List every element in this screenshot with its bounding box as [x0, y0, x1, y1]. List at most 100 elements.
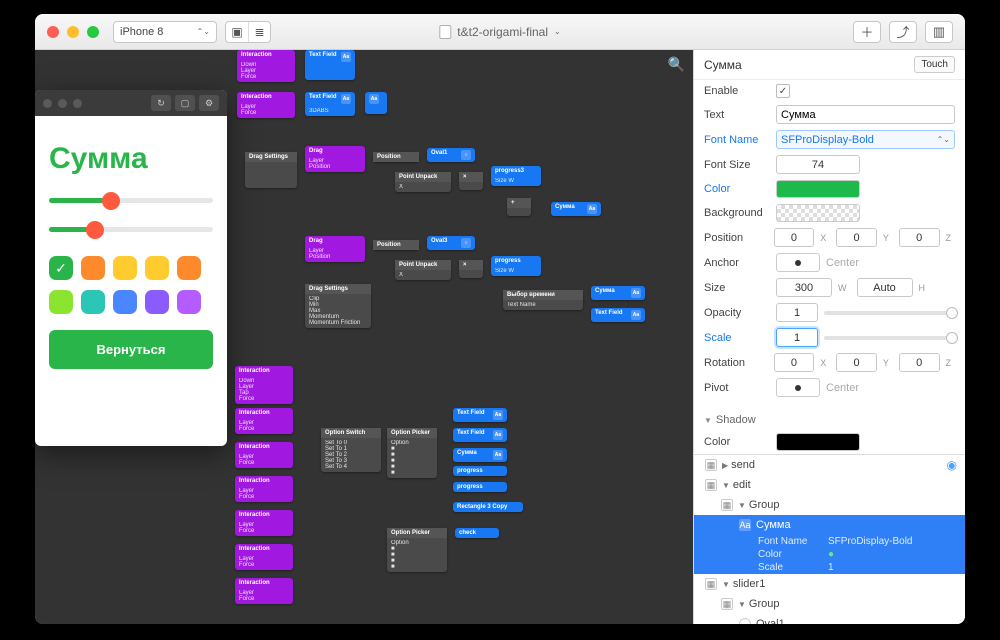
swatch[interactable]: ✓: [49, 256, 73, 280]
opacity-input[interactable]: 1: [776, 303, 818, 322]
patch-drag[interactable]: Drag LayerPosition: [305, 146, 365, 172]
patch-math[interactable]: ×: [459, 260, 483, 278]
patch-text-field[interactable]: Text FieldAa: [453, 408, 507, 422]
share-button[interactable]: ⤴: [889, 21, 917, 43]
color-well[interactable]: [776, 180, 860, 198]
patch-canvas-label[interactable]: СуммаAa: [453, 448, 507, 462]
chevron-down-icon[interactable]: ⌄: [554, 27, 561, 36]
patch-math[interactable]: ×: [459, 172, 483, 190]
swatch[interactable]: [145, 256, 169, 280]
patch-position[interactable]: Position: [373, 152, 419, 162]
enable-checkbox[interactable]: ✓: [776, 84, 790, 98]
search-icon[interactable]: 🔍: [668, 56, 685, 73]
patch-interaction[interactable]: InteractionLayerForce: [235, 544, 293, 570]
grid-icon[interactable]: ▣: [226, 22, 248, 42]
patch-drag-settings2[interactable]: Drag Settings ClipMinMaxMomentumMomentum…: [305, 284, 371, 328]
swatch[interactable]: [145, 290, 169, 314]
swatch[interactable]: [49, 290, 73, 314]
opacity-slider[interactable]: [824, 311, 955, 315]
swatch[interactable]: [113, 256, 137, 280]
patch-drag-settings[interactable]: Drag Settings: [245, 152, 297, 188]
outline-row-oval1[interactable]: Oval1: [694, 614, 965, 624]
fontsize-input[interactable]: 74: [776, 155, 860, 174]
patch-option-picker[interactable]: Option Picker Option■■■■■: [387, 428, 437, 478]
patch-oval1[interactable]: Oval1○: [427, 148, 475, 162]
device-select[interactable]: iPhone 8 ⌃⌄: [113, 21, 217, 43]
rotation-z-input[interactable]: 0: [899, 353, 940, 372]
swatch[interactable]: [113, 290, 137, 314]
patch-progress[interactable]: progressSize W: [491, 256, 541, 276]
patch-rectangle[interactable]: Rectangle 3 Copy: [453, 502, 523, 512]
preview-restart-button[interactable]: ↻: [151, 95, 171, 111]
pivot-picker[interactable]: [776, 378, 820, 397]
patch-interaction[interactable]: InteractionLayerForce: [235, 578, 293, 604]
patch-interaction[interactable]: InteractionDownLayerTapForce: [235, 366, 293, 404]
preview-slider-1[interactable]: [49, 198, 213, 203]
preview-record-button[interactable]: ▢: [175, 95, 195, 111]
patch-option-switch[interactable]: Option Switch Set To 0Set To 1Set To 2Se…: [321, 428, 381, 472]
preview-settings-button[interactable]: ⚙: [199, 95, 219, 111]
patch-option-picker[interactable]: Option Picker Option■■■■: [387, 528, 447, 572]
shadow-color-well[interactable]: [776, 433, 860, 451]
fontname-select[interactable]: SFProDisplay-Bold ⌃⌄: [776, 130, 955, 149]
visibility-icon[interactable]: ◉: [947, 458, 957, 472]
size-w-input[interactable]: 300: [776, 278, 832, 297]
patch-drag[interactable]: Drag LayerPosition: [305, 236, 365, 262]
shadow-section[interactable]: ▼Shadow: [694, 410, 965, 430]
patch-check[interactable]: check: [455, 528, 499, 538]
patch-oval3[interactable]: Oval3○: [427, 236, 475, 250]
patch-text-preview[interactable]: Aa: [365, 92, 387, 114]
patch-canvas[interactable]: 🔍 ↻ ▢ ⚙ Сумма: [35, 50, 693, 624]
patch-point-unpack[interactable]: Point UnpackX: [395, 172, 451, 192]
zoom-icon[interactable]: [87, 26, 99, 38]
rotation-y-input[interactable]: 0: [836, 353, 877, 372]
outline-row-selected[interactable]: Aa Сумма: [694, 515, 965, 535]
minimize-icon[interactable]: [67, 26, 79, 38]
patch-interaction[interactable]: InteractionLayerForce: [235, 408, 293, 434]
scale-input[interactable]: 1: [776, 328, 818, 347]
patch-group[interactable]: Выбор времениText Name: [503, 290, 583, 310]
patch-text-field[interactable]: Text FieldAa: [453, 428, 507, 442]
swatch[interactable]: [81, 256, 105, 280]
position-y-input[interactable]: 0: [836, 228, 877, 247]
background-well[interactable]: [776, 204, 860, 222]
touch-button[interactable]: Touch: [914, 56, 955, 73]
patch-point-unpack[interactable]: Point UnpackX: [395, 260, 451, 280]
outline-row-group[interactable]: ▦ ▼ Group: [694, 495, 965, 515]
patch-text-field[interactable]: Text FieldAa: [305, 50, 355, 80]
swatch[interactable]: [81, 290, 105, 314]
position-x-input[interactable]: 0: [774, 228, 815, 247]
patch-progress[interactable]: progress: [453, 466, 507, 476]
patch-interaction[interactable]: InteractionLayerForce: [235, 476, 293, 502]
panels-button[interactable]: ▥: [925, 21, 953, 43]
view-mode-segment[interactable]: ▣ ≣: [225, 21, 271, 43]
scale-slider[interactable]: [824, 336, 955, 340]
swatch[interactable]: [177, 290, 201, 314]
patch-progress3[interactable]: progress3Size W: [491, 166, 541, 186]
patch-interaction[interactable]: Interaction LayerForce: [237, 92, 295, 118]
patch-interaction[interactable]: InteractionLayerForce: [235, 510, 293, 536]
patch-text-field[interactable]: Text FieldAa 3DABS: [305, 92, 355, 116]
patch-interaction[interactable]: InteractionLayerForce: [235, 442, 293, 468]
patch-canvas-label[interactable]: СуммаAa: [591, 286, 645, 300]
preview-slider-2[interactable]: [49, 227, 213, 232]
anchor-picker[interactable]: [776, 253, 820, 272]
rotation-x-input[interactable]: 0: [774, 353, 815, 372]
outline-row-send[interactable]: ▦ ▶ send ◉: [694, 455, 965, 475]
patch-summa[interactable]: СуммаAa: [551, 202, 601, 216]
patch-math[interactable]: +: [507, 198, 531, 216]
text-input[interactable]: [776, 105, 955, 124]
position-z-input[interactable]: 0: [899, 228, 940, 247]
add-button[interactable]: ＋: [853, 21, 881, 43]
patch-text-field[interactable]: Text FieldAa: [591, 308, 645, 322]
outline-row-group2[interactable]: ▦ ▼ Group: [694, 594, 965, 614]
outline-row-edit[interactable]: ▦ ▼ edit: [694, 475, 965, 495]
outline-row-slider1[interactable]: ▦ ▼ slider1: [694, 574, 965, 594]
swatch[interactable]: [177, 256, 201, 280]
preview-back-button[interactable]: Вернуться: [49, 330, 213, 369]
patch-progress[interactable]: progress: [453, 482, 507, 492]
list-icon[interactable]: ≣: [248, 22, 270, 42]
patch-interaction[interactable]: Interaction DownLayerForce: [237, 50, 295, 82]
patch-position[interactable]: Position: [373, 240, 419, 250]
size-h-input[interactable]: Auto: [857, 278, 913, 297]
